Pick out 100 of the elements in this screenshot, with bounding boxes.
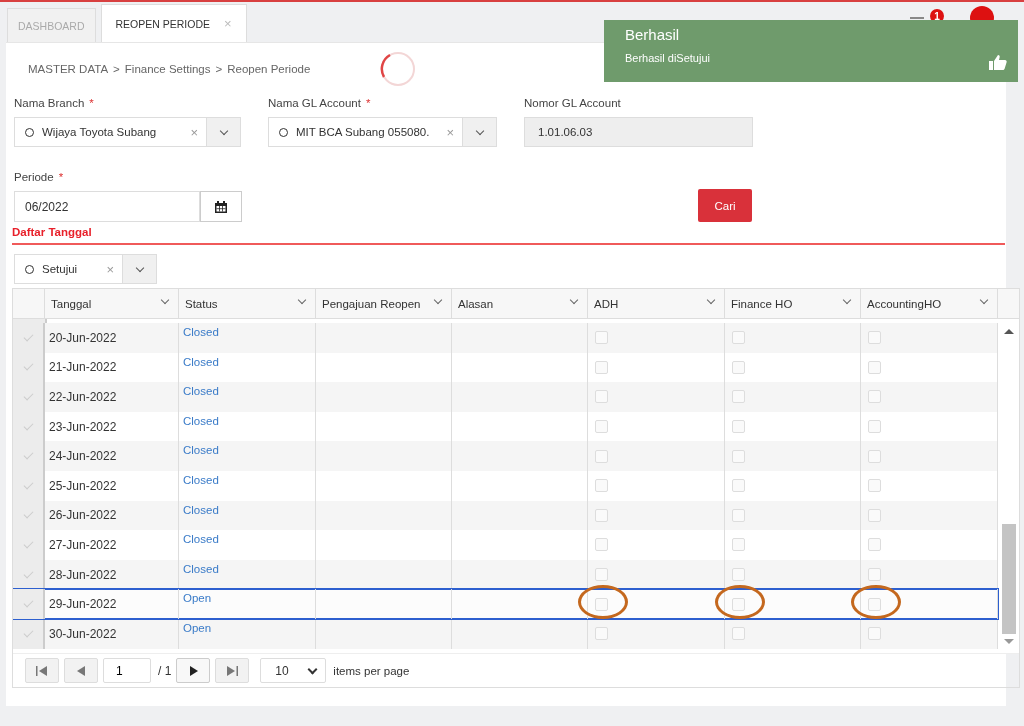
table-cell: 27-Jun-2022 — [45, 530, 179, 560]
breadcrumb-item[interactable]: Reopen Periode — [227, 63, 311, 75]
column-header[interactable]: Finance HO — [725, 289, 861, 318]
previous-page-button[interactable] — [64, 658, 98, 683]
breadcrumb-item[interactable]: Finance Settings — [124, 63, 211, 75]
scrollbar-thumb[interactable] — [1001, 524, 1016, 634]
checkbox[interactable] — [595, 538, 608, 552]
next-page-button[interactable] — [176, 658, 211, 683]
checkbox[interactable] — [595, 627, 608, 641]
field-label: Periode — [14, 171, 54, 183]
loading-spinner-icon — [380, 51, 417, 87]
scrollbar[interactable] — [998, 319, 1019, 653]
status-link[interactable]: Closed — [183, 473, 219, 486]
required-mark: * — [58, 171, 64, 183]
dropdown-button[interactable] — [206, 118, 240, 146]
page-field[interactable]: 1 — [103, 658, 151, 683]
field-label: Nama Branch — [14, 97, 85, 109]
checkbox[interactable] — [595, 508, 608, 522]
checkbox[interactable] — [732, 331, 745, 345]
status-link[interactable]: Closed — [183, 444, 219, 457]
breadcrumb-item[interactable]: MASTER DATA — [28, 63, 109, 75]
breadcrumb-separator: > — [113, 63, 120, 75]
column-header[interactable]: Status — [179, 289, 316, 318]
periode-field[interactable]: 06/2022 — [14, 191, 200, 222]
checkbox[interactable] — [595, 420, 608, 434]
calendar-icon — [215, 200, 227, 213]
status-link[interactable]: Closed — [183, 533, 219, 546]
page-total: / 1 — [158, 663, 172, 678]
checkbox[interactable] — [732, 360, 745, 374]
status-link[interactable]: Closed — [183, 503, 219, 516]
column-header[interactable]: AccountingHO — [861, 289, 998, 318]
checkbox[interactable] — [732, 479, 745, 493]
checkbox[interactable] — [868, 390, 881, 404]
breadcrumb-separator: > — [215, 63, 223, 75]
checkbox[interactable] — [595, 479, 608, 493]
column-header[interactable]: Alasan — [452, 289, 588, 318]
status-link[interactable]: Closed — [183, 355, 219, 368]
previous-icon — [76, 665, 86, 676]
checkbox[interactable] — [868, 479, 881, 493]
status-link[interactable]: Open — [183, 592, 212, 605]
checkbox[interactable] — [732, 538, 745, 552]
required-mark: * — [365, 97, 371, 109]
table-cell: 22-Jun-2022 — [45, 382, 179, 412]
branch-select[interactable]: Wijaya Toyota Subang × — [14, 117, 241, 147]
gl-account-select[interactable]: MIT BCA Subang 055080. × — [268, 117, 497, 147]
checkbox[interactable] — [868, 508, 881, 522]
checkbox[interactable] — [732, 627, 745, 641]
checkbox[interactable] — [732, 568, 745, 582]
checkbox[interactable] — [595, 597, 608, 611]
checkbox[interactable] — [732, 449, 745, 463]
page-size-label: items per page — [333, 664, 410, 677]
next-icon — [188, 665, 198, 676]
row-selector[interactable] — [13, 559, 45, 590]
status-link[interactable]: Closed — [183, 385, 219, 398]
column-header[interactable]: Tanggal — [45, 289, 179, 318]
status-link[interactable]: Closed — [183, 562, 219, 575]
column-header[interactable]: Pengajuan Reopen — [316, 289, 452, 318]
row-selector[interactable] — [13, 618, 45, 649]
checkbox[interactable] — [732, 390, 745, 404]
checkbox[interactable] — [868, 449, 881, 463]
checkbox[interactable] — [868, 360, 881, 374]
last-page-button[interactable] — [215, 658, 250, 683]
first-page-button[interactable] — [25, 658, 59, 683]
table-cell: 25-Jun-2022 — [45, 470, 179, 501]
status-link[interactable]: Open — [183, 621, 212, 634]
checkbox[interactable] — [595, 449, 608, 463]
filter-select[interactable]: Setujui × — [14, 254, 157, 284]
scroll-down-icon[interactable] — [1003, 639, 1014, 644]
status-link[interactable]: Closed — [183, 414, 219, 427]
table-cell: 24-Jun-2022 — [45, 441, 179, 471]
calendar-button[interactable] — [200, 191, 242, 222]
checkbox[interactable] — [595, 331, 608, 345]
checkbox[interactable] — [868, 331, 881, 345]
checkbox[interactable] — [595, 390, 608, 404]
checkbox[interactable] — [732, 508, 745, 522]
scroll-up-icon[interactable] — [1003, 329, 1014, 334]
checkbox[interactable] — [868, 420, 881, 434]
dropdown-button[interactable] — [462, 118, 496, 146]
table-cell: 29-Jun-2022 — [45, 589, 179, 619]
gl-number-field: 1.01.06.03 — [524, 117, 753, 147]
toast-message: Berhasil diSetujui — [625, 52, 711, 64]
field-label: Nomor GL Account — [524, 97, 621, 109]
last-page-icon — [226, 665, 239, 676]
checkbox[interactable] — [595, 568, 608, 582]
column-header[interactable]: ADH — [588, 289, 725, 318]
status-link[interactable]: Closed — [183, 326, 219, 338]
table-cell: 20-Jun-2022 — [45, 323, 179, 353]
checkbox[interactable] — [732, 597, 745, 611]
toast-title: Berhasil — [625, 26, 681, 43]
checkbox[interactable] — [868, 538, 881, 552]
tab[interactable]: REOPEN PERIODE × — [100, 4, 247, 42]
checkbox[interactable] — [732, 420, 745, 434]
checkbox[interactable] — [595, 360, 608, 374]
checkbox[interactable] — [868, 597, 881, 611]
page-size-select[interactable]: 10 — [260, 658, 327, 683]
search-button[interactable]: Cari — [698, 189, 752, 222]
first-page-icon — [36, 665, 48, 676]
checkbox[interactable] — [868, 568, 881, 582]
checkbox[interactable] — [868, 627, 881, 641]
dropdown-button[interactable] — [122, 255, 156, 283]
